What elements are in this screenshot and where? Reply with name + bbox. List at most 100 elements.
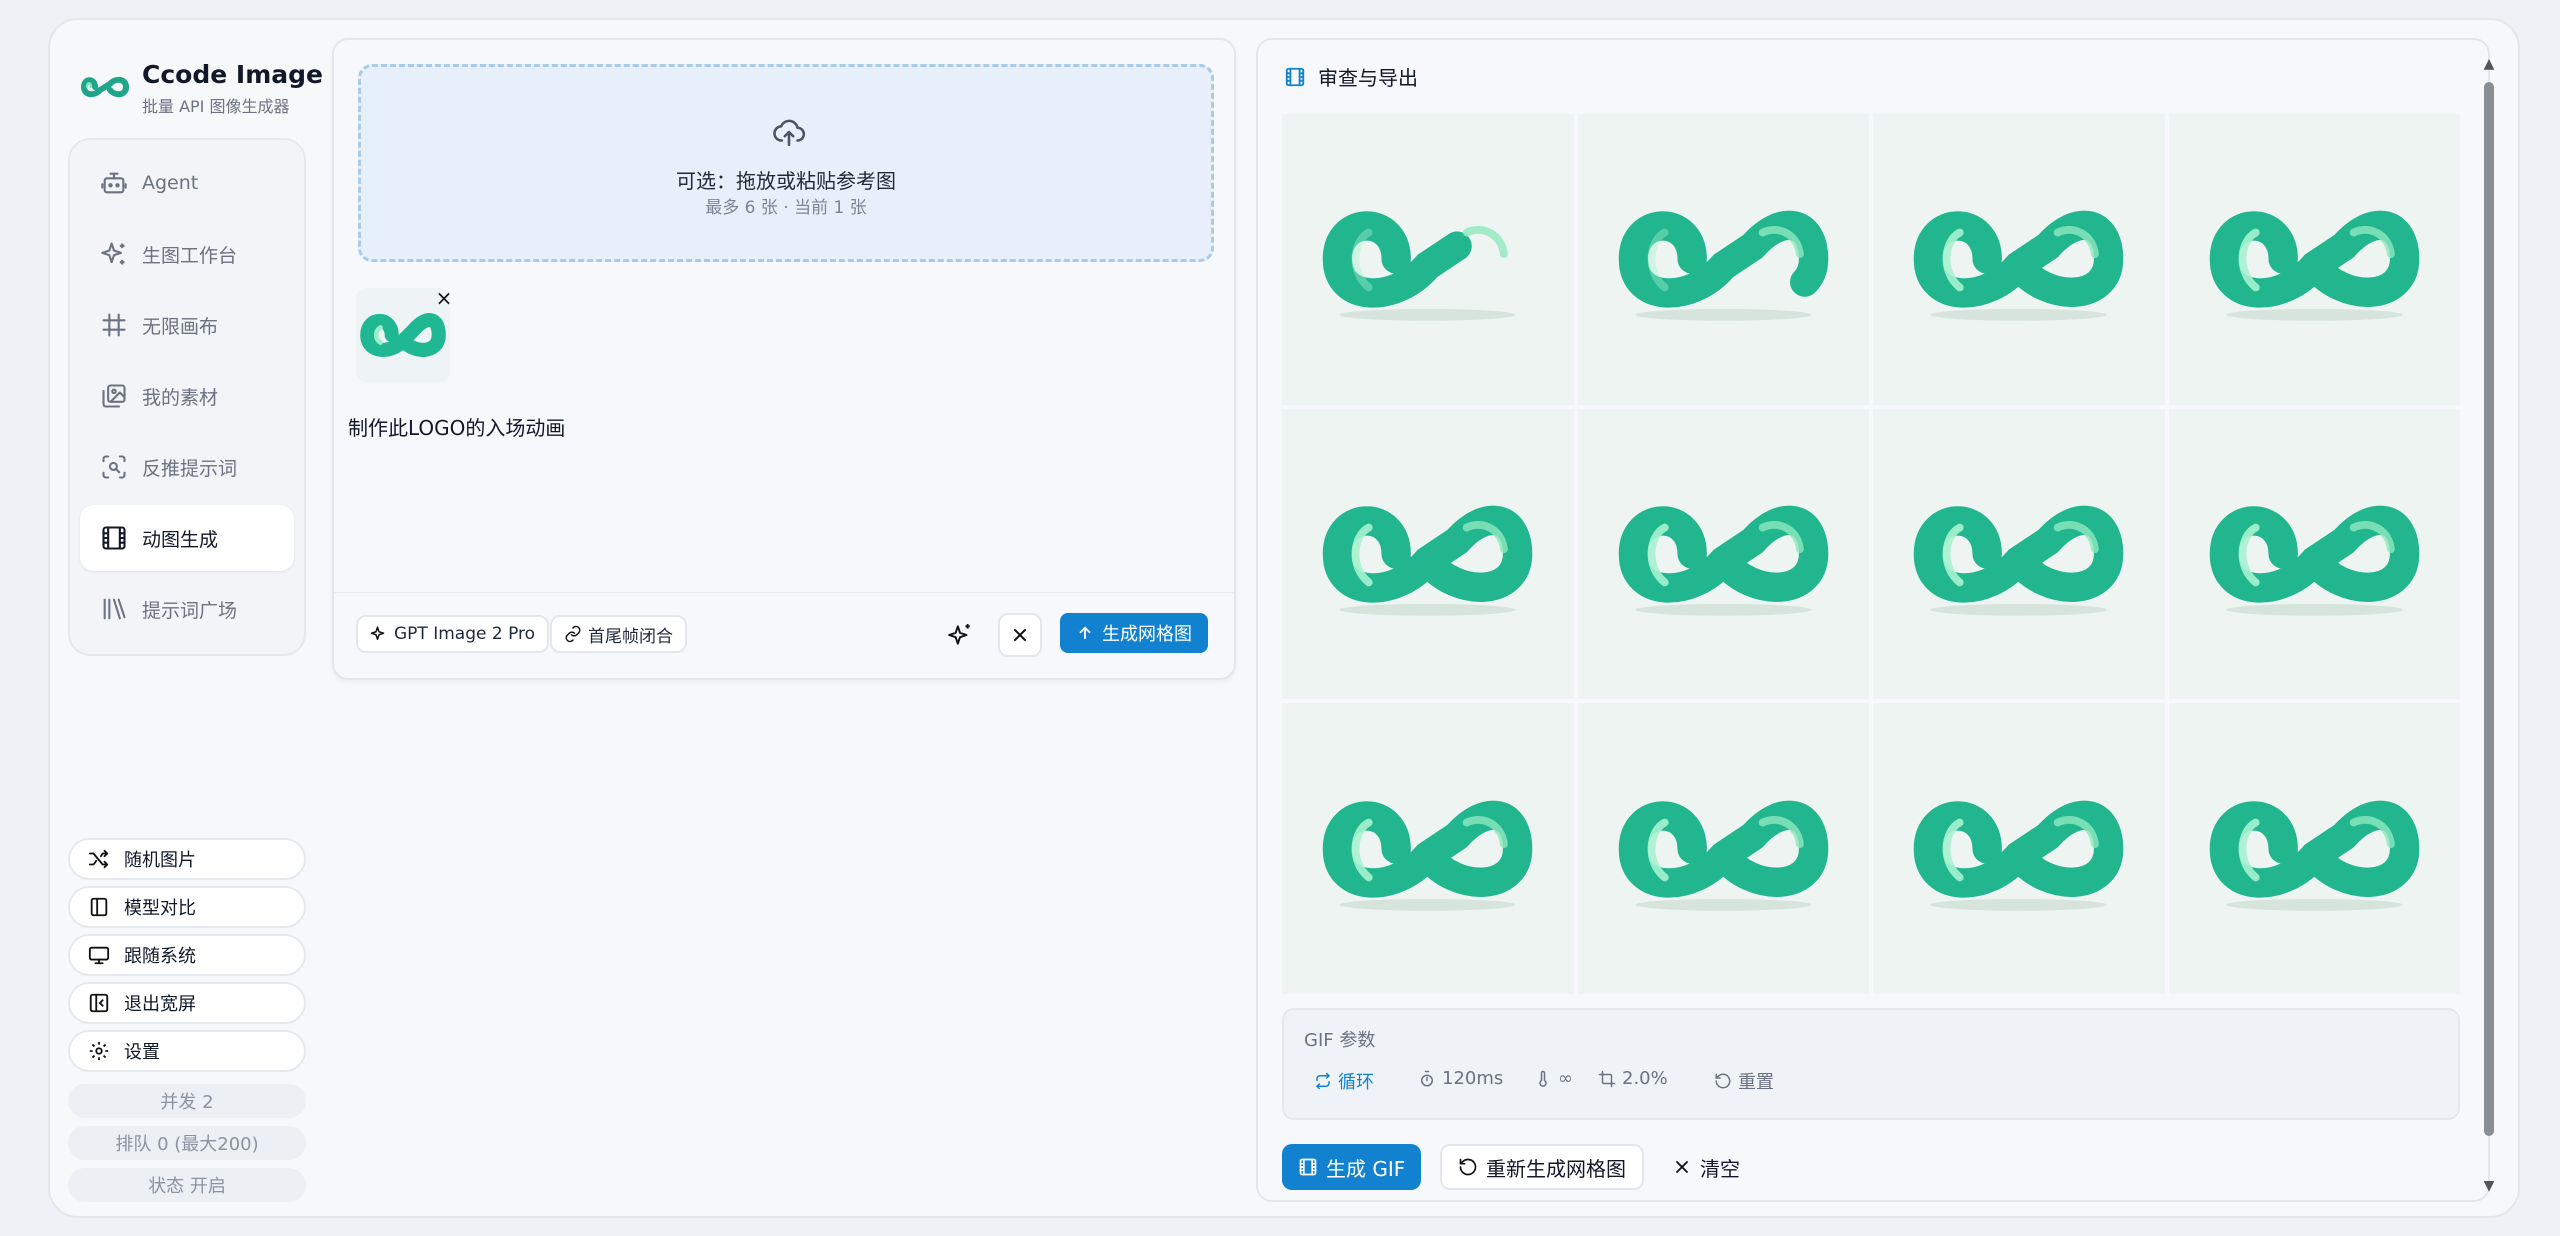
review-panel: 审查与导出 GIF 参数 循环 120ms ∞ 2.0% 重置 生成 GIF 重… (1256, 38, 2494, 1202)
nav-item-canvas[interactable]: 无限画布 (80, 292, 294, 358)
scrollbar[interactable]: ▲ ▼ (2484, 56, 2495, 1194)
infinity-logo-frame-image (1322, 211, 1533, 322)
frame-cell[interactable] (2168, 703, 2460, 994)
nav-item-gif-generator[interactable]: 动图生成 (80, 505, 294, 571)
model-select-chip[interactable]: GPT Image 2 Pro (356, 615, 550, 653)
model-compare-button[interactable]: 模型对比 (68, 886, 306, 928)
gif-params-label: GIF 参数 (1304, 1030, 1376, 1051)
nav-item-reverse-prompt[interactable]: 反推提示词 (80, 434, 294, 500)
concurrency-stat: 并发 2 (68, 1084, 306, 1118)
model-compare-label: 模型对比 (124, 898, 196, 919)
scan-search-icon (102, 455, 126, 479)
infinity-logo-frame-image (2209, 800, 2420, 911)
nav-item-workbench[interactable]: 生图工作台 (80, 221, 294, 287)
settings-label: 设置 (124, 1042, 160, 1063)
frame-cell[interactable] (1873, 703, 2165, 994)
gear-icon (89, 1041, 109, 1061)
generate-grid-button[interactable]: 生成网格图 (1060, 613, 1208, 653)
scrollbar-thumb[interactable] (2484, 82, 2494, 1136)
infinity-logo-frame-image (1618, 211, 1829, 322)
exit-widescreen-button[interactable]: 退出宽屏 (68, 982, 306, 1024)
film-icon (102, 526, 126, 550)
crop-icon (1598, 1070, 1616, 1087)
theme-button[interactable]: 跟随系统 (68, 934, 306, 976)
crop-value: 2.0% (1622, 1068, 1668, 1089)
review-header: 审查与导出 (1284, 62, 1418, 91)
clear-frames-button[interactable]: 清空 (1656, 1144, 1756, 1190)
monitor-icon (88, 946, 110, 965)
repeat-icon (1315, 1072, 1331, 1090)
scroll-down-arrow-icon[interactable]: ▼ (2480, 1178, 2498, 1196)
nav-item-label: 生图工作台 (142, 244, 238, 267)
status-stat: 状态 开启 (68, 1168, 306, 1202)
generate-grid-label: 生成网格图 (1102, 624, 1192, 645)
infinity-logo-icon (80, 76, 130, 98)
remove-reference-button[interactable]: × (434, 288, 454, 308)
infinity-logo-frame-image (1322, 505, 1533, 616)
model-select-label: GPT Image 2 Pro (394, 624, 536, 644)
frame-delay-control[interactable]: 120ms (1418, 1068, 1503, 1089)
frame-cell[interactable] (1282, 114, 1574, 405)
reset-params-button[interactable]: 重置 (1714, 1068, 1774, 1094)
brand: Ccode Image 批量 API 图像生成器 (80, 50, 323, 120)
dropzone-title: 可选：拖放或粘贴参考图 (676, 169, 896, 193)
dropzone-subtitle: 最多 6 张 · 当前 1 张 (705, 198, 867, 218)
prompt-input[interactable] (348, 412, 1218, 622)
film-icon (1285, 67, 1305, 86)
frame-grid (1282, 114, 2460, 994)
columns-icon (90, 897, 108, 917)
nav-item-agent[interactable]: Agent (80, 150, 294, 216)
robot-icon (101, 172, 127, 194)
infinity-logo-frame-image (1618, 800, 1829, 911)
clear-prompt-button[interactable] (998, 613, 1042, 657)
enhance-prompt-button[interactable] (938, 613, 982, 657)
repeat-count-value: ∞ (1558, 1068, 1573, 1089)
nav-item-label: 提示词广场 (142, 599, 238, 622)
nav-item-assets[interactable]: 我的素材 (80, 363, 294, 429)
shuffle-icon (88, 849, 109, 869)
frame-cell[interactable] (1282, 703, 1574, 994)
composer-panel: 可选：拖放或粘贴参考图 最多 6 张 · 当前 1 张 × GPT Image … (332, 38, 1236, 680)
frame-cell[interactable] (1873, 114, 2165, 405)
arrow-up-icon (1079, 626, 1091, 640)
random-image-button[interactable]: 随机图片 (68, 838, 306, 880)
nav-item-label: 我的素材 (142, 386, 219, 409)
exit-widescreen-label: 退出宽屏 (124, 994, 196, 1015)
scroll-up-arrow-icon[interactable]: ▲ (2480, 56, 2498, 74)
nav-item-prompt-plaza[interactable]: 提示词广场 (80, 576, 294, 642)
loop-mode-label: 首尾帧闭合 (588, 626, 673, 647)
thermometer-icon (1539, 1070, 1547, 1087)
frame-cell[interactable] (1282, 408, 1574, 700)
settings-button[interactable]: 设置 (68, 1030, 306, 1072)
infinity-logo-frame-image (1913, 800, 2124, 911)
clear-label: 清空 (1700, 1156, 1740, 1181)
sparkles-icon (101, 242, 125, 265)
frame-cell[interactable] (1873, 408, 2165, 700)
queue-stat: 排队 0 (最大200) (68, 1126, 306, 1160)
frame-delay-value: 120ms (1442, 1068, 1504, 1089)
frame-cell[interactable] (2168, 114, 2460, 405)
frame-cell[interactable] (1577, 408, 1869, 700)
nav-item-label: Agent (142, 172, 199, 194)
crop-control[interactable]: 2.0% (1598, 1068, 1668, 1089)
close-icon (1676, 1161, 1688, 1173)
reference-dropzone[interactable]: 可选：拖放或粘贴参考图 最多 6 张 · 当前 1 张 (358, 64, 1214, 262)
loop-mode-chip[interactable]: 首尾帧闭合 (550, 615, 687, 653)
sparkles-icon (370, 626, 385, 640)
frame-cell[interactable] (2168, 408, 2460, 700)
infinity-logo-frame-image (1618, 505, 1829, 616)
cloud-upload-icon (773, 119, 806, 147)
frame-cell[interactable] (1577, 114, 1869, 405)
brand-subtitle: 批量 API 图像生成器 (142, 97, 290, 116)
loop-toggle[interactable]: 循环 (1314, 1068, 1374, 1094)
loop-label: 循环 (1338, 1072, 1374, 1093)
timer-icon (1421, 1070, 1433, 1086)
generate-gif-button[interactable]: 生成 GIF (1282, 1144, 1422, 1190)
frame-cell[interactable] (1577, 703, 1869, 994)
sidebar-nav: Agent 生图工作台 无限画布 我的素材 反推提示词 动图生成 提示词广场 (68, 138, 306, 656)
repeat-count-control[interactable]: ∞ (1534, 1068, 1573, 1089)
regenerate-grid-button[interactable]: 重新生成网格图 (1440, 1144, 1644, 1190)
app-window: Ccode Image 批量 API 图像生成器 Agent 生图工作台 无限画… (48, 18, 2520, 1218)
hash-grid-icon (102, 313, 126, 337)
infinity-logo-frame-image (1913, 505, 2124, 616)
